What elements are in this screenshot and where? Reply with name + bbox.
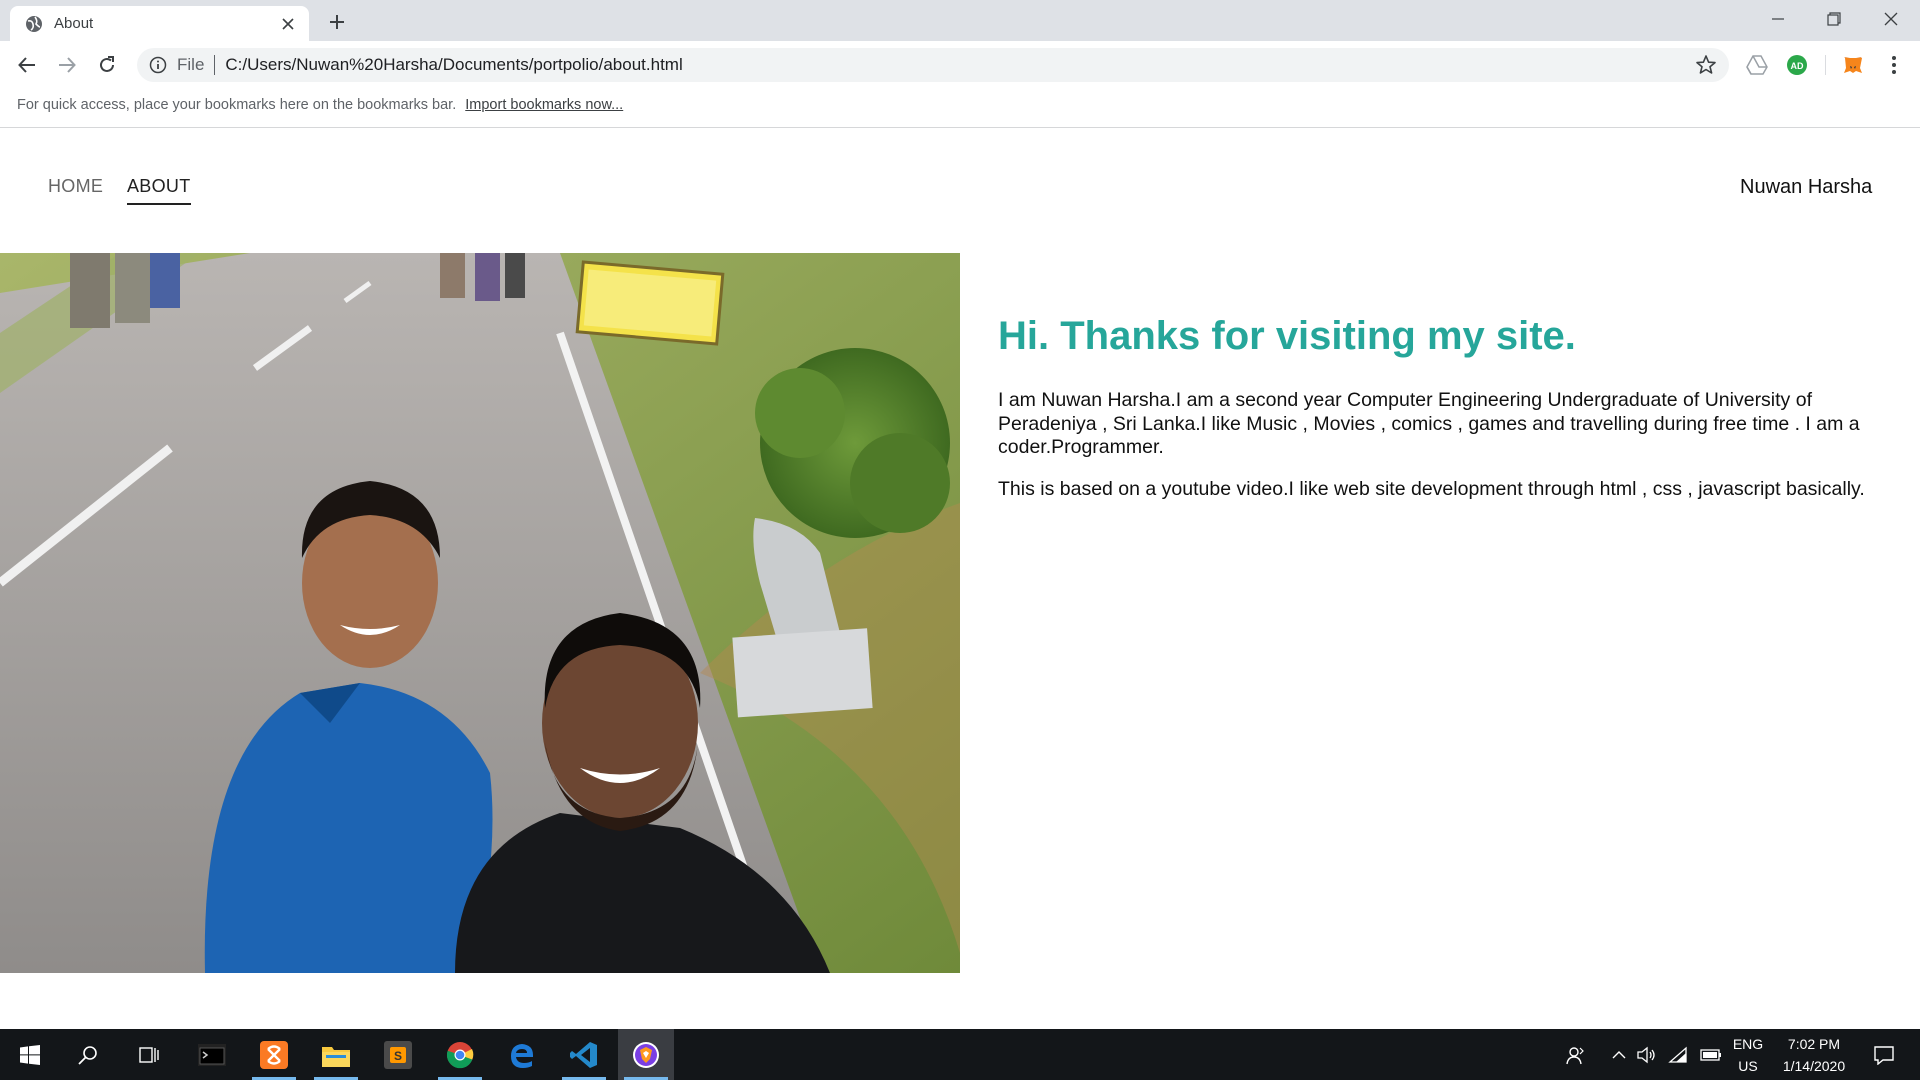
notification-icon[interactable] bbox=[1864, 1029, 1904, 1080]
drive-extension-icon[interactable] bbox=[1745, 53, 1769, 77]
new-tab-button[interactable] bbox=[323, 8, 351, 36]
search-icon[interactable] bbox=[60, 1029, 116, 1080]
browser-tab[interactable]: About bbox=[10, 6, 309, 41]
clock-time: 7:02 PM bbox=[1787, 1035, 1841, 1052]
close-window-button[interactable] bbox=[1862, 0, 1919, 38]
terminal-icon[interactable] bbox=[184, 1029, 240, 1080]
scheme-label: File bbox=[177, 55, 205, 74]
battery-icon[interactable] bbox=[1696, 1029, 1726, 1080]
input-language-indicator[interactable]: ENG US bbox=[1728, 1029, 1768, 1080]
adblock-extension-icon[interactable]: AD bbox=[1785, 53, 1809, 77]
close-tab-icon[interactable] bbox=[277, 13, 299, 35]
about-paragraph-2: This is based on a youtube video.I like … bbox=[998, 478, 1865, 500]
restore-button[interactable] bbox=[1805, 0, 1862, 38]
xampp-icon[interactable] bbox=[246, 1029, 302, 1080]
menu-kebab-icon[interactable] bbox=[1882, 53, 1906, 77]
file-explorer-icon[interactable] bbox=[308, 1029, 364, 1080]
svg-text:S: S bbox=[394, 1049, 402, 1063]
minimize-button[interactable] bbox=[1749, 0, 1806, 38]
nav-about-link[interactable]: ABOUT bbox=[127, 176, 191, 205]
wifi-icon[interactable] bbox=[1664, 1029, 1692, 1080]
about-paragraph: I am Nuwan Harsha.I am a second year Com… bbox=[998, 389, 1860, 458]
profile-photo bbox=[0, 253, 960, 973]
start-icon[interactable] bbox=[2, 1029, 58, 1080]
region-label: US bbox=[1738, 1057, 1758, 1074]
vscode-icon[interactable] bbox=[556, 1029, 612, 1080]
chevron-up-icon[interactable] bbox=[1606, 1029, 1632, 1080]
chrome-icon[interactable] bbox=[432, 1029, 488, 1080]
edge-icon[interactable] bbox=[494, 1029, 550, 1080]
url-text[interactable]: C:/Users/Nuwan%20Harsha/Documents/portpo… bbox=[225, 55, 1695, 75]
metamask-extension-icon[interactable] bbox=[1841, 53, 1865, 77]
clock[interactable]: 7:02 PM 1/14/2020 bbox=[1772, 1029, 1856, 1080]
back-arrow-icon[interactable] bbox=[12, 50, 42, 80]
info-icon[interactable] bbox=[149, 56, 167, 74]
bookmark-star-icon[interactable] bbox=[1695, 54, 1717, 76]
site-brand[interactable]: Nuwan Harsha bbox=[1740, 176, 1872, 199]
globe-icon bbox=[26, 15, 42, 32]
address-bar[interactable]: File C:/Users/Nuwan%20Harsha/Documents/p… bbox=[137, 48, 1729, 82]
toolbar-divider bbox=[1825, 55, 1826, 75]
adblock-label: AD bbox=[1791, 61, 1804, 71]
task-view-icon[interactable] bbox=[122, 1029, 178, 1080]
nav-home-link[interactable]: HOME bbox=[48, 176, 103, 197]
brave-icon[interactable] bbox=[618, 1029, 674, 1080]
selfie-image bbox=[0, 253, 960, 973]
tab-title: About bbox=[54, 15, 94, 32]
bookmarks-bar: For quick access, place your bookmarks h… bbox=[0, 88, 1920, 128]
page-headline: Hi. Thanks for visiting my site. bbox=[998, 314, 1576, 358]
import-bookmarks-link[interactable]: Import bookmarks now... bbox=[465, 97, 623, 113]
forward-arrow-icon[interactable] bbox=[52, 50, 82, 80]
address-divider bbox=[214, 55, 216, 75]
people-icon[interactable] bbox=[1562, 1029, 1590, 1080]
bookmarks-message: For quick access, place your bookmarks h… bbox=[17, 97, 457, 113]
reload-icon[interactable] bbox=[92, 50, 122, 80]
language-label: ENG bbox=[1732, 1035, 1764, 1052]
sublime-text-icon[interactable]: S bbox=[370, 1029, 426, 1080]
clock-date: 1/14/2020 bbox=[1782, 1057, 1846, 1074]
volume-icon[interactable] bbox=[1634, 1029, 1660, 1080]
